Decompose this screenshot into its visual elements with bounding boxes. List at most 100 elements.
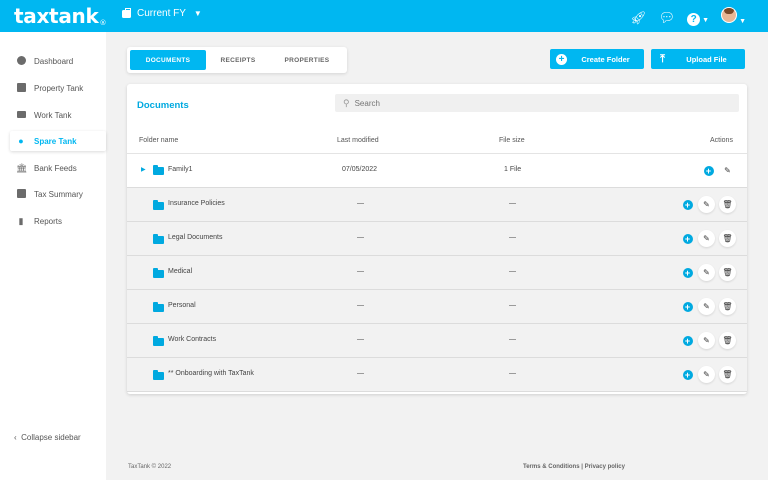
plus-icon: +	[682, 335, 693, 346]
taxtank-logo[interactable]: taxtank®	[14, 4, 106, 28]
briefcase-icon	[16, 110, 26, 120]
edit-button[interactable]: ✎	[698, 264, 715, 281]
pencil-icon: ✎	[703, 336, 710, 345]
documents-card: Documents ⚲ Folder name Last modified Fi…	[127, 84, 747, 394]
folder-icon	[153, 302, 164, 312]
help-menu[interactable]: ? ▼	[687, 9, 709, 27]
trash-icon: 🗑︎	[722, 268, 733, 277]
bank-icon: 🏛︎	[16, 163, 28, 173]
folder-icon	[153, 370, 164, 380]
footer-links[interactable]: Terms & Conditions | Privacy policy	[523, 464, 625, 470]
pencil-icon: ✎	[703, 370, 710, 379]
column-file-size: File size	[499, 137, 525, 144]
financial-year-select[interactable]: Current FY ▼	[122, 7, 202, 19]
add-button[interactable]: +	[679, 366, 696, 383]
folder-icon	[153, 200, 164, 210]
delete-button[interactable]: 🗑︎	[719, 196, 736, 213]
help-icon: ?	[687, 12, 701, 26]
dashboard-icon	[16, 56, 26, 66]
trash-icon: 🗑︎	[722, 234, 733, 243]
trash-icon: 🗑︎	[722, 302, 733, 311]
plus-icon: +	[682, 199, 693, 210]
upload-icon: ⤒	[660, 52, 665, 65]
plus-icon: +	[703, 165, 714, 176]
folder-icon	[153, 165, 164, 175]
trash-icon: 🗑︎	[722, 200, 733, 209]
sidebar-item-spare-tank[interactable]: ● Spare Tank	[10, 131, 106, 151]
column-folder-name: Folder name	[139, 137, 179, 144]
delete-button[interactable]: 🗑︎	[719, 332, 736, 349]
plus-icon: +	[682, 301, 693, 312]
table-row[interactable]: Personal — — + ✎ 🗑︎	[127, 290, 747, 324]
property-icon	[16, 83, 26, 93]
table-row[interactable]: Legal Documents — — + ✎ 🗑︎	[127, 222, 747, 256]
tax-icon	[16, 189, 26, 199]
add-button[interactable]: +	[679, 196, 696, 213]
sidebar-item-dashboard[interactable]: Dashboard	[10, 51, 106, 71]
folder-icon	[153, 336, 164, 346]
expand-caret-icon[interactable]: ▶	[141, 166, 146, 173]
card-title: Documents	[137, 100, 189, 111]
trash-icon: 🗑︎	[722, 370, 733, 379]
folder-icon	[153, 268, 164, 278]
chevron-down-icon: ▼	[702, 16, 710, 24]
edit-button[interactable]: ✎	[698, 366, 715, 383]
rocket-icon[interactable]: 🚀︎	[630, 9, 647, 27]
footer-copyright: TaxTank © 2022	[128, 464, 172, 470]
create-folder-button[interactable]: + Create Folder	[550, 49, 644, 69]
plus-icon: +	[682, 267, 693, 278]
edit-button[interactable]: ✎	[698, 196, 715, 213]
upload-file-button[interactable]: ⤒ Upload File	[651, 49, 745, 69]
sidebar-item-work-tank[interactable]: Work Tank	[10, 105, 106, 125]
avatar	[721, 7, 738, 23]
table-header: Folder name Last modified File size Acti…	[127, 130, 747, 154]
add-button[interactable]: +	[679, 230, 696, 247]
sidebar: Dashboard Property Tank Work Tank ● Spar…	[0, 32, 106, 480]
table-row[interactable]: Insurance Policies — — + ✎ 🗑︎	[127, 188, 747, 222]
add-button[interactable]: +	[679, 264, 696, 281]
pencil-icon: ✎	[703, 268, 710, 277]
spare-icon: ●	[18, 136, 24, 146]
tab-receipts[interactable]: RECEIPTS	[206, 50, 270, 70]
tab-documents[interactable]: DOCUMENTS	[130, 50, 206, 70]
edit-button[interactable]: ✎	[698, 230, 715, 247]
add-button[interactable]: +	[700, 162, 717, 179]
plus-icon: +	[682, 233, 693, 244]
sidebar-item-bank-feeds[interactable]: 🏛︎ Bank Feeds	[10, 158, 106, 178]
search-input[interactable]	[354, 98, 715, 108]
delete-button[interactable]: 🗑︎	[719, 264, 736, 281]
sidebar-item-tax-summary[interactable]: Tax Summary	[10, 184, 106, 204]
table-row[interactable]: Work Contracts — — + ✎ 🗑︎	[127, 324, 747, 358]
user-menu[interactable]: ▼	[721, 7, 746, 28]
bar-chart-icon: ▮	[18, 216, 24, 226]
edit-button[interactable]: ✎	[719, 162, 736, 179]
collapse-sidebar-button[interactable]: ‹ Collapse sidebar	[14, 433, 81, 442]
sidebar-item-property-tank[interactable]: Property Tank	[10, 78, 106, 98]
search-box: ⚲	[335, 94, 739, 112]
add-button[interactable]: +	[679, 332, 696, 349]
column-actions: Actions	[710, 137, 733, 144]
delete-button[interactable]: 🗑︎	[719, 366, 736, 383]
briefcase-icon	[122, 7, 131, 18]
chevron-down-icon: ▼	[739, 18, 746, 25]
chat-icon[interactable]: 💬︎	[659, 9, 676, 27]
plus-icon: +	[556, 53, 567, 65]
delete-button[interactable]: 🗑︎	[719, 230, 736, 247]
plus-icon: +	[682, 369, 693, 380]
folder-icon	[153, 234, 164, 244]
edit-button[interactable]: ✎	[698, 332, 715, 349]
pencil-icon: ✎	[703, 234, 710, 243]
add-button[interactable]: +	[679, 298, 696, 315]
delete-button[interactable]: 🗑︎	[719, 298, 736, 315]
tab-properties[interactable]: PROPERTIES	[270, 50, 344, 70]
pencil-icon: ✎	[703, 302, 710, 311]
trash-icon: 🗑︎	[722, 336, 733, 345]
chevron-down-icon: ▼	[193, 9, 202, 18]
pencil-icon: ✎	[703, 200, 710, 209]
sidebar-item-reports[interactable]: ▮ Reports	[10, 211, 106, 231]
table-row[interactable]: ▶ Family1 07/05/2022 1 File + ✎	[127, 154, 747, 188]
table-row[interactable]: ** Onboarding with TaxTank — — + ✎ 🗑︎	[127, 358, 747, 392]
chevron-left-icon: ‹	[14, 433, 17, 442]
edit-button[interactable]: ✎	[698, 298, 715, 315]
table-row[interactable]: Medical — — + ✎ 🗑︎	[127, 256, 747, 290]
